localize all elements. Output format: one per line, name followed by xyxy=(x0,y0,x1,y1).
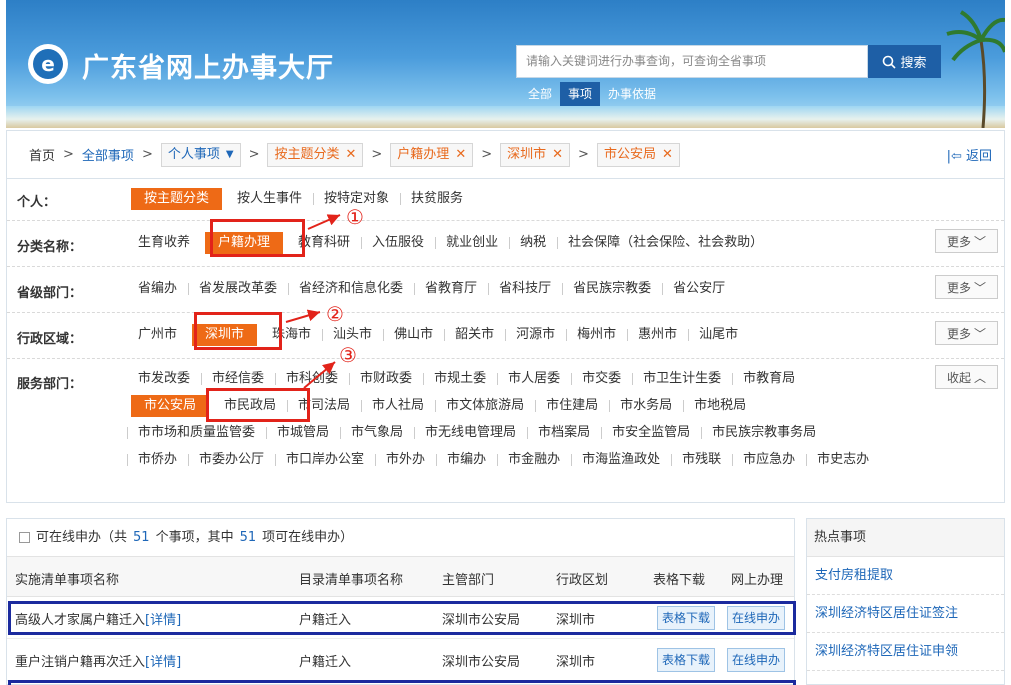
hot-items-panel: 热点事项 支付房租提取 深圳经济特区居住证签注 深圳经济特区居住证申领 xyxy=(806,518,1005,685)
summary-suffix: 项可在线申办） xyxy=(262,529,354,545)
results-summary: 可在线申办（共 51 个事项，其中 51 项可在线申办） xyxy=(7,519,794,557)
column-header: 行政区划 xyxy=(556,573,609,588)
column-header: 网上办理 xyxy=(731,573,784,588)
column-header: 目录清单事项名称 xyxy=(299,573,404,588)
online-only-checkbox[interactable] xyxy=(19,532,30,543)
summary-total: 51 xyxy=(133,529,150,545)
column-header: 主管部门 xyxy=(442,573,495,588)
dept-cell: 深圳市公安局 xyxy=(442,655,521,670)
highlight-box-row xyxy=(8,601,796,635)
item-name[interactable]: 重户注销户籍再次迁入 xyxy=(15,655,145,670)
annotation-marker-2: ② xyxy=(326,302,344,326)
annotation-arrow-3 xyxy=(303,361,336,389)
table-row: 重户注销户籍再次迁入[详情] 户籍迁入 深圳市公安局 深圳市 表格下载 在线申办 xyxy=(7,639,794,681)
apply-online-button[interactable]: 在线申办 xyxy=(727,648,786,672)
column-header: 表格下载 xyxy=(653,573,706,588)
summary-prefix: 可在线申办（共 xyxy=(36,529,128,545)
hot-item[interactable]: 支付房租提取 xyxy=(807,557,1004,595)
annotation-arrow-2 xyxy=(285,309,321,323)
annotation-arrow-1 xyxy=(307,214,341,230)
download-form-button[interactable]: 表格下载 xyxy=(657,648,716,672)
highlight-box-row-next xyxy=(8,680,796,685)
column-header: 实施清单事项名称 xyxy=(15,573,120,588)
region-cell: 深圳市 xyxy=(556,655,596,670)
hot-item[interactable]: 深圳经济特区居住证申领 xyxy=(807,633,1004,671)
table-header: 实施清单事项名称 目录清单事项名称 主管部门 行政区划 表格下载 网上办理 xyxy=(7,557,794,597)
annotation-marker-1: ① xyxy=(346,205,364,229)
summary-online: 51 xyxy=(239,529,257,545)
detail-link[interactable]: [详情] xyxy=(145,655,181,670)
annotation-marker-3: ③ xyxy=(339,343,357,367)
hot-items-title: 热点事项 xyxy=(807,519,1004,557)
item-name-cell: 重户注销户籍再次迁入[详情] xyxy=(15,651,181,670)
hot-item[interactable]: 深圳经济特区居住证签注 xyxy=(807,595,1004,633)
summary-mid: 个事项，其中 xyxy=(155,529,234,545)
catalog-cell: 户籍迁入 xyxy=(299,655,352,670)
